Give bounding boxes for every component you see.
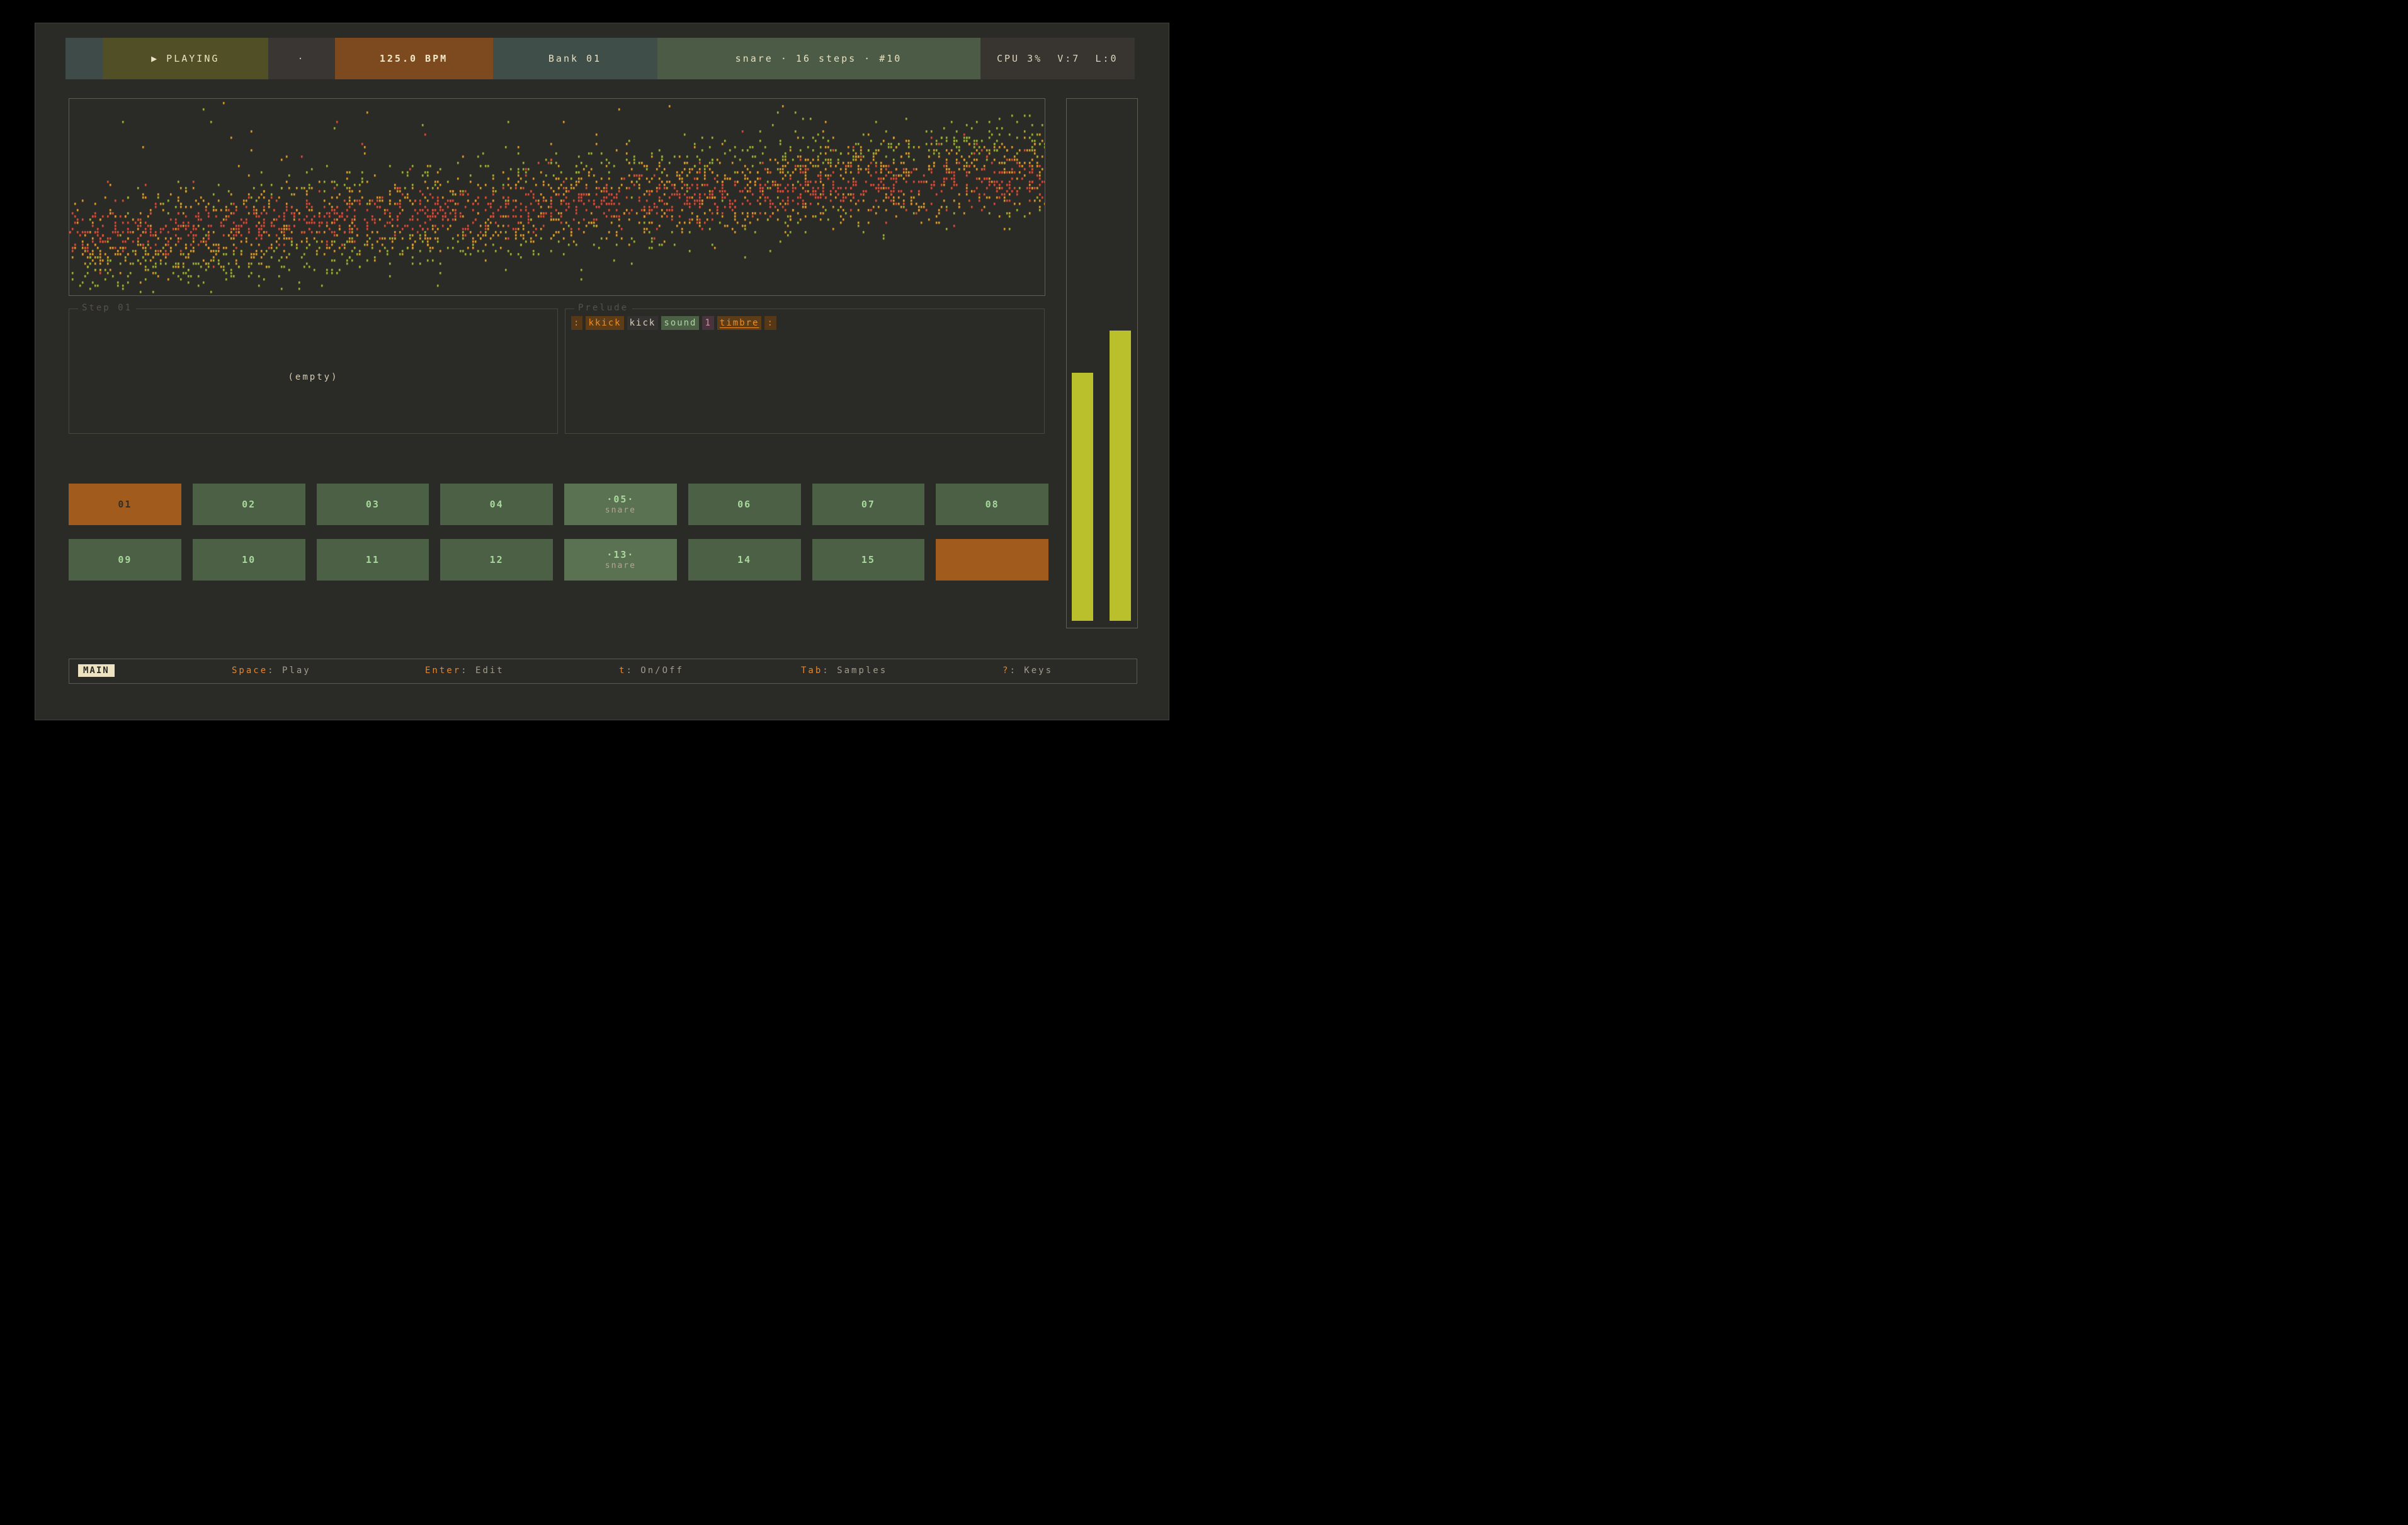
mode-badge: MAIN	[78, 664, 115, 677]
step-number: ·13·	[606, 549, 634, 560]
step-button-01[interactable]: 01	[69, 484, 181, 525]
transport-status: ▶ PLAYING	[103, 38, 268, 79]
hint-keys: ?: Keys	[1002, 666, 1053, 676]
step-number: 15	[861, 554, 875, 565]
step-button-15[interactable]: 15	[812, 539, 925, 581]
app-screen: ▶ PLAYING·125.0 BPMBank 01snare · 16 ste…	[0, 0, 1204, 762]
step-button-03[interactable]: 03	[317, 484, 429, 525]
hint-key: t	[619, 666, 626, 676]
system-stats: CPU 3% V:7 L:0	[980, 38, 1135, 79]
step-number: 08	[985, 499, 999, 510]
step-sample-name: snare	[605, 506, 636, 515]
code-token-6[interactable]: :	[764, 316, 776, 330]
step-button-14[interactable]: 14	[688, 539, 801, 581]
step-number: 11	[366, 554, 380, 565]
step-panel-title: Step 01	[78, 303, 136, 313]
step-empty-label: (empty)	[69, 372, 557, 382]
step-number: 14	[737, 554, 751, 565]
step-button-10[interactable]: 10	[193, 539, 305, 581]
code-token-1[interactable]: kkick	[586, 316, 623, 330]
step-number: 07	[861, 499, 875, 510]
step-number: 01	[118, 499, 132, 510]
step-detail-panel: Step 01 (empty)	[69, 309, 558, 434]
step-number: 04	[490, 499, 504, 510]
level-meter-left	[1072, 373, 1093, 621]
bank-display: Bank 01	[493, 38, 657, 79]
step-button-04[interactable]: 04	[440, 484, 553, 525]
step-number: 09	[118, 554, 132, 565]
step-button-12[interactable]: 12	[440, 539, 553, 581]
step-number: 12	[490, 554, 504, 565]
code-token-5[interactable]: timbre	[717, 316, 762, 330]
hint-key: Enter	[425, 666, 461, 676]
code-token-3[interactable]: sound	[661, 316, 699, 330]
step-button-06[interactable]: 06	[688, 484, 801, 525]
step-button-16[interactable]	[936, 539, 1048, 581]
step-button-11[interactable]: 11	[317, 539, 429, 581]
track-display: snare · 16 steps · #10	[657, 38, 980, 79]
footer-bar: MAIN Space: Play Enter: Edit t: On/Off Tab:…	[69, 659, 1137, 684]
code-token-2[interactable]: kick	[627, 316, 659, 330]
prelude-panel-title: Prelude	[574, 303, 632, 313]
corner-block	[65, 38, 103, 79]
hint-samples: Tab: Samples	[801, 666, 887, 676]
step-number: 03	[366, 499, 380, 510]
hint-key: Tab	[801, 666, 822, 676]
hint-edit: Enter: Edit	[425, 666, 504, 676]
pattern-visualization-panel	[69, 98, 1045, 296]
hint-play: Space: Play	[232, 666, 311, 676]
level-meter-right	[1110, 331, 1131, 621]
step-grid: 01020304·05·snare06070809101112·13·snare…	[69, 484, 1048, 581]
step-number: ·05·	[606, 494, 634, 505]
prelude-panel: Prelude :kkickkicksound1timbre:	[565, 309, 1045, 434]
step-button-13[interactable]: ·13·snare	[564, 539, 677, 581]
bpm-display: 125.0 BPM	[335, 38, 493, 79]
step-button-07[interactable]: 07	[812, 484, 925, 525]
output-meters-panel	[1066, 98, 1138, 628]
step-number: 06	[737, 499, 751, 510]
prelude-code-line[interactable]: : kkick kicksound1 timbre:	[571, 316, 776, 330]
step-number: 02	[242, 499, 256, 510]
step-button-08[interactable]: 08	[936, 484, 1048, 525]
app-window: ▶ PLAYING·125.0 BPMBank 01snare · 16 ste…	[35, 23, 1169, 720]
hint-on/off: t: On/Off	[619, 666, 684, 676]
hint-key: Space	[232, 666, 268, 676]
step-sample-name: snare	[605, 561, 636, 570]
code-token-4[interactable]: 1	[702, 316, 713, 330]
step-button-05[interactable]: ·05·snare	[564, 484, 677, 525]
code-token-0[interactable]: :	[571, 316, 582, 330]
hint-key: ?	[1002, 666, 1009, 676]
top-bar: ▶ PLAYING·125.0 BPMBank 01snare · 16 ste…	[65, 38, 1135, 79]
transport-aux: ·	[268, 38, 335, 79]
step-number: 10	[242, 554, 256, 565]
pattern-scatter-canvas	[69, 99, 1045, 295]
step-button-02[interactable]: 02	[193, 484, 305, 525]
step-button-09[interactable]: 09	[69, 539, 181, 581]
